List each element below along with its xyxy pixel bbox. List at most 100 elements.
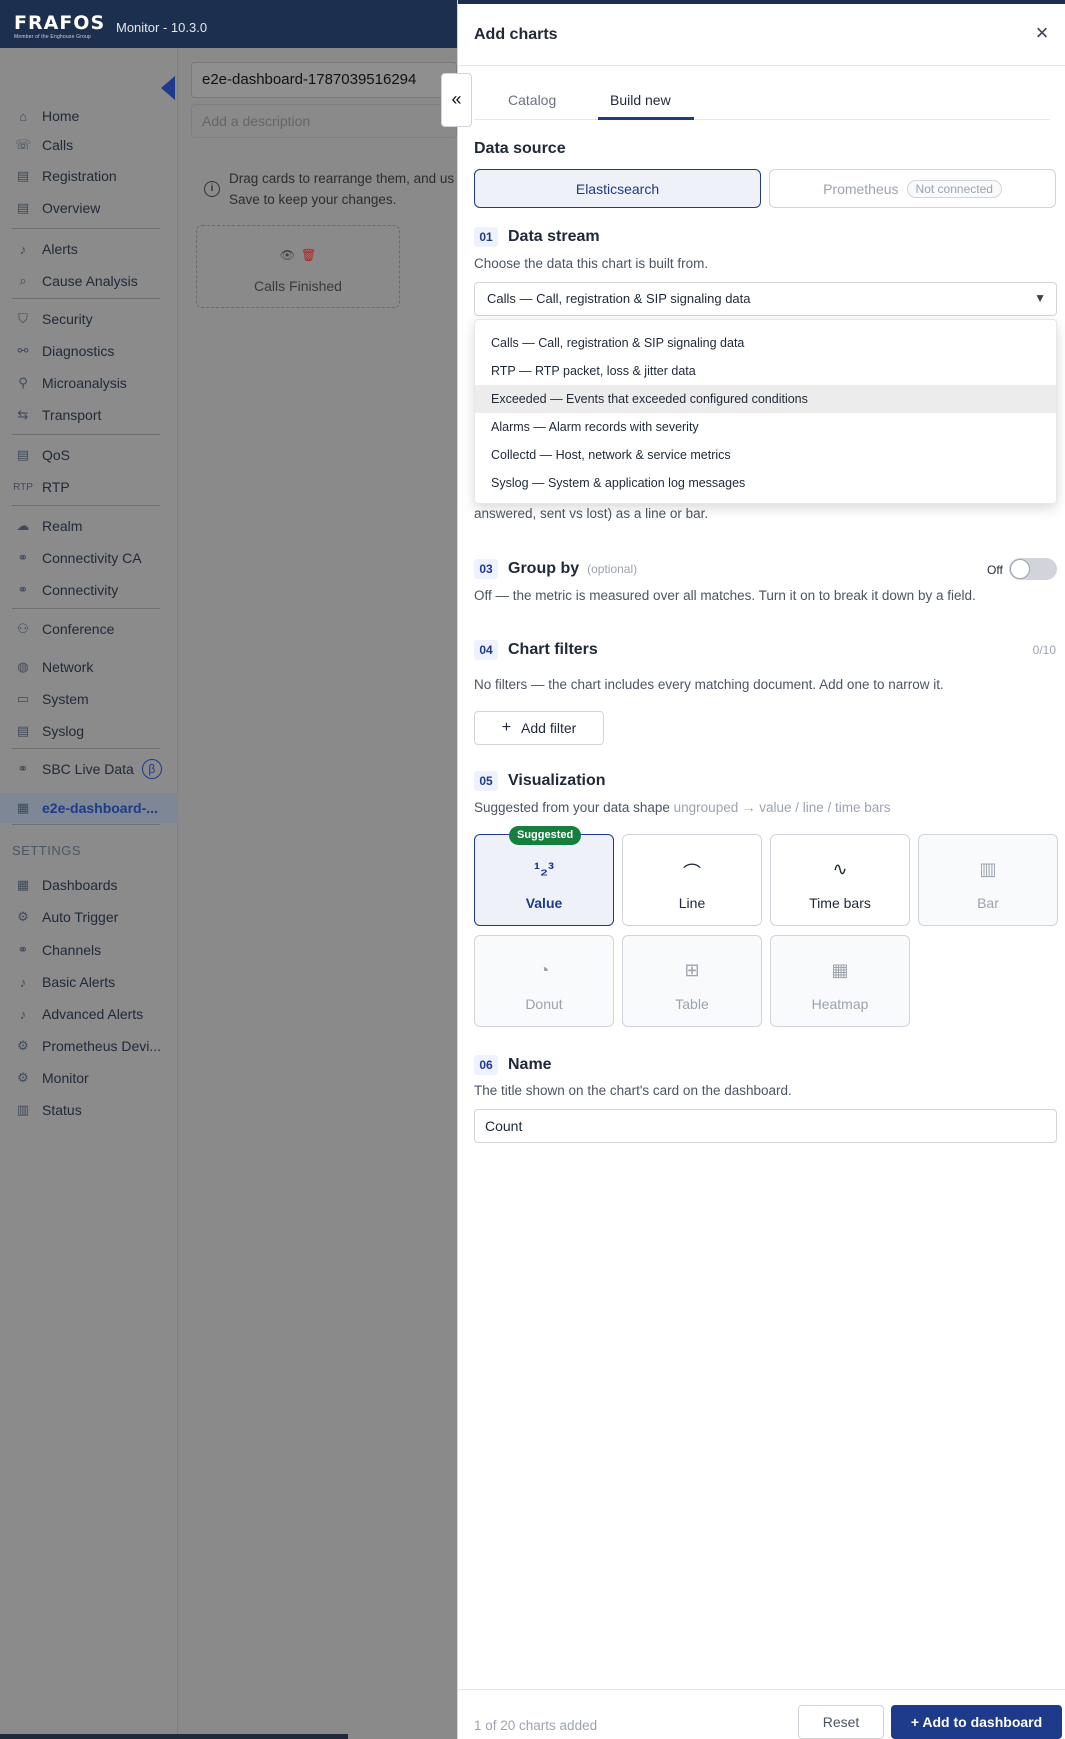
- sidebar-item-connectivity-ca[interactable]: ⚭ Connectivity CA: [0, 543, 178, 573]
- heatmap-icon: ▦: [831, 960, 849, 980]
- live-data-icon: ⚭: [17, 761, 29, 776]
- phone-icon: ☏: [14, 137, 32, 152]
- data-stream-option[interactable]: Exceeded — Events that exceeded configur…: [475, 385, 1056, 413]
- sidebar-item-registration[interactable]: ▤ Registration: [0, 161, 178, 191]
- sidebar-item-label: Diagnostics: [42, 343, 115, 359]
- sidebar-item-status[interactable]: ▥ Status: [0, 1095, 178, 1125]
- viz-option-label: Bar: [977, 895, 999, 911]
- data-stream-option[interactable]: Calls — Call, registration & SIP signali…: [475, 329, 1056, 357]
- suggestion-prefix: Suggested from your data shape: [474, 800, 670, 815]
- sidebar-item-transport[interactable]: ⇆ Transport: [0, 400, 178, 430]
- microanalysis-icon: ⚲: [18, 375, 28, 390]
- sidebar-item-microanalysis[interactable]: ⚲ Microanalysis: [0, 368, 178, 398]
- name-subtitle: The title shown on the chart's card on t…: [474, 1083, 792, 1098]
- dashboard-title-input[interactable]: e2e-dashboard-1787039516294: [191, 62, 457, 98]
- globe-icon: ◍: [17, 659, 29, 674]
- viz-option-label: Donut: [525, 996, 563, 1012]
- viz-option-label: Heatmap: [811, 996, 869, 1012]
- sidebar-item-label: Overview: [42, 200, 101, 216]
- connectivity-icon: ⚭: [17, 550, 29, 565]
- chart-name-input[interactable]: Count: [474, 1109, 1057, 1143]
- sidebar-item-label: Channels: [42, 942, 102, 958]
- sidebar-item-calls[interactable]: ☏ Calls: [0, 130, 178, 160]
- sidebar-divider: [12, 748, 160, 749]
- drawer-tabs: Catalog Build new: [474, 80, 1050, 120]
- sidebar-item-system[interactable]: ▭ System: [0, 684, 178, 714]
- elasticsearch-source-button[interactable]: Elasticsearch: [474, 169, 761, 208]
- tab-catalog[interactable]: Catalog: [508, 92, 556, 108]
- registration-icon: ▤: [16, 168, 30, 183]
- data-stream-option[interactable]: Syslog — System & application log messag…: [475, 469, 1056, 497]
- collapse-drawer-button[interactable]: «: [441, 73, 472, 127]
- sidebar-item-prometheus-devi[interactable]: ⚙ Prometheus Devi...: [0, 1031, 178, 1061]
- add-to-dashboard-button[interactable]: + Add to dashboard: [891, 1705, 1062, 1739]
- frafos-logo[interactable]: FRAFOS: [14, 12, 105, 34]
- sidebar-item-cause-analysis[interactable]: ⌕ Cause Analysis: [0, 266, 178, 296]
- close-icon[interactable]: ×: [1030, 22, 1054, 46]
- sidebar-item-label: Prometheus Devi...: [42, 1038, 162, 1054]
- viz-option-value[interactable]: Suggested ¹₂³ Value: [474, 826, 614, 926]
- add-filter-button[interactable]: + Add filter: [474, 711, 604, 745]
- sidebar-item-overview[interactable]: ▤ Overview: [0, 193, 178, 223]
- sidebar-item-alerts[interactable]: ♪ Alerts: [0, 234, 178, 264]
- sidebar-item-label: Monitor: [42, 1070, 89, 1086]
- eye-icon[interactable]: 👁: [280, 248, 295, 262]
- sidebar-item-label: Auto Trigger: [42, 909, 119, 925]
- viz-option-heatmap: ▦ Heatmap: [770, 935, 910, 1027]
- sidebar-item-realm[interactable]: ☁ Realm: [0, 511, 178, 541]
- sidebar-item-e2e-dashboard[interactable]: ▦ e2e-dashboard-...: [0, 793, 178, 823]
- sidebar-item-label: Advanced Alerts: [42, 1006, 144, 1022]
- viz-option-line[interactable]: ⌒ Line: [622, 834, 762, 926]
- sidebar-item-diagnostics[interactable]: ⚯ Diagnostics: [0, 336, 178, 366]
- sidebar-item-rtp[interactable]: RTP RTP: [0, 472, 178, 502]
- prometheus-label: Prometheus: [823, 180, 899, 197]
- sidebar-item-dashboards[interactable]: ▦ Dashboards: [0, 870, 178, 900]
- suggestion-shape: ungrouped → value / line / time bars: [673, 800, 891, 815]
- data-stream-option[interactable]: Alarms — Alarm records with severity: [475, 413, 1056, 441]
- value-icon: ¹₂³: [534, 859, 554, 879]
- sidebar-item-label: Syslog: [42, 723, 85, 739]
- sidebar-item-label: Cause Analysis: [42, 273, 138, 289]
- sidebar-item-sbc-live-data[interactable]: ⚭ SBC Live Data β: [0, 754, 178, 784]
- sidebar-item-advanced-alerts[interactable]: ♪ Advanced Alerts: [0, 999, 178, 1029]
- sidebar-item-monitor[interactable]: ⚙ Monitor: [0, 1063, 178, 1093]
- sidebar-item-syslog[interactable]: ▤ Syslog: [0, 716, 178, 746]
- sidebar-item-network[interactable]: ◍ Network: [0, 652, 178, 682]
- reset-button[interactable]: Reset: [798, 1705, 884, 1739]
- placeholder-chart-card[interactable]: 👁 🗑 Calls Finished: [196, 225, 400, 308]
- group-by-toggle[interactable]: [1009, 558, 1057, 580]
- bell-icon: ♪: [19, 1006, 27, 1022]
- data-stream-option[interactable]: Collectd — Host, network & service metri…: [475, 441, 1056, 469]
- data-stream-option[interactable]: RTP — RTP packet, loss & jitter data: [475, 357, 1056, 385]
- dashboard-icon: ▦: [16, 877, 30, 892]
- sidebar-item-connectivity[interactable]: ⚭ Connectivity: [0, 575, 178, 605]
- conference-icon: ⚇: [17, 621, 29, 636]
- sidebar-collapse-handle[interactable]: [161, 76, 175, 100]
- viz-option-time-bars[interactable]: ∿ Time bars: [770, 834, 910, 926]
- drawer-footer: 1 of 20 charts added Reset + Add to dash…: [458, 1689, 1065, 1739]
- sidebar-item-channels[interactable]: ⚭ Channels: [0, 935, 178, 965]
- sidebar-divider: [12, 608, 160, 609]
- data-stream-dropdown: Calls — Call, registration & SIP signali…: [474, 319, 1057, 504]
- dashboard-description-input[interactable]: Add a description: [191, 104, 457, 138]
- step-number: 06: [474, 1055, 498, 1075]
- horizontal-scrollbar[interactable]: [0, 1734, 348, 1739]
- viz-option-label: Time bars: [809, 895, 871, 911]
- step-number: 03: [474, 559, 498, 579]
- sidebar-item-basic-alerts[interactable]: ♪ Basic Alerts: [0, 967, 178, 997]
- sidebar-item-conference[interactable]: ⚇ Conference: [0, 614, 178, 644]
- name-heading: 06 Name: [474, 1055, 552, 1075]
- shield-icon: ⛉: [18, 311, 28, 326]
- data-stream-select[interactable]: Calls — Call, registration & SIP signali…: [474, 282, 1057, 316]
- sidebar-item-security[interactable]: ⛉ Security: [0, 304, 178, 334]
- trash-icon[interactable]: 🗑: [301, 248, 316, 262]
- tab-build-new[interactable]: Build new: [610, 92, 671, 108]
- add-charts-drawer: Add charts × Catalog Build new Data sour…: [457, 0, 1065, 1739]
- sidebar-item-home[interactable]: ⌂ Home: [0, 101, 178, 131]
- sidebar-item-qos[interactable]: ▤ QoS: [0, 440, 178, 470]
- viz-option-table: ⊞ Table: [622, 935, 762, 1027]
- sidebar-item-auto-trigger[interactable]: ⚙ Auto Trigger: [0, 902, 178, 932]
- donut-icon: ◔: [538, 960, 550, 980]
- sidebar-item-label: System: [42, 691, 89, 707]
- chart-filters-heading: 04 Chart filters: [474, 640, 598, 660]
